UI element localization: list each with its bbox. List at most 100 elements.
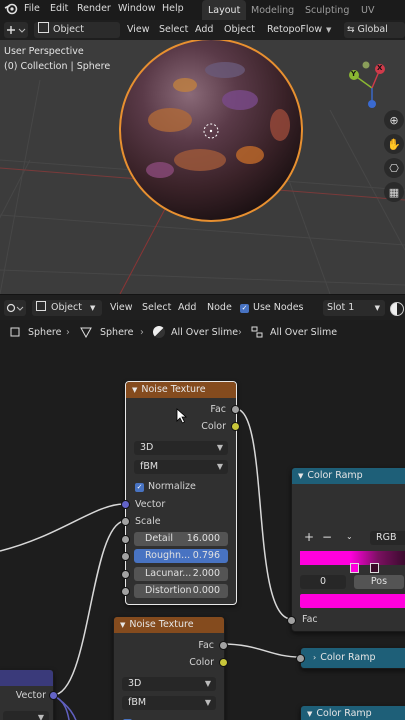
axis-gizmo[interactable] xyxy=(340,58,402,108)
node-menu-view[interactable]: View xyxy=(110,300,133,316)
slot-label: Slot 1 xyxy=(327,302,355,313)
transform-orientation-select[interactable]: ⇆ Global xyxy=(344,22,405,38)
node-header[interactable]: › Color Ramp xyxy=(301,648,405,668)
noise-type-select[interactable]: fBM ▼ xyxy=(134,460,228,474)
breadcrumb-object[interactable]: Sphere xyxy=(28,325,61,341)
collapse-chevron-icon[interactable]: ▼ xyxy=(132,386,137,394)
object-icon xyxy=(36,301,46,311)
stop-pos-field[interactable]: Pos xyxy=(354,575,404,589)
camera-icon[interactable]: ⎔ xyxy=(384,158,404,178)
output-color-socket[interactable] xyxy=(219,658,228,667)
retopoflow-menu[interactable]: RetopoFlow xyxy=(267,22,322,38)
color-stop-handle[interactable] xyxy=(350,563,359,573)
blender-logo-icon[interactable] xyxy=(4,2,18,16)
output-fac-socket[interactable] xyxy=(219,641,228,650)
use-nodes-label: Use Nodes xyxy=(253,302,304,313)
viewport-menu-object[interactable]: Object xyxy=(224,22,255,38)
chevron-down-icon: ▼ xyxy=(216,462,223,471)
input-node-partial[interactable]: Vector ▼ xyxy=(0,669,54,720)
tab-uv-editing[interactable]: UV Editing xyxy=(355,0,405,38)
dimensions-select[interactable]: 3D ▼ xyxy=(122,677,216,691)
zoom-icon[interactable]: ⊕ xyxy=(384,110,404,130)
color-ramp-node[interactable]: ▼ Color Ramp + − ⌄ RGB 0 Pos Fac xyxy=(291,467,405,632)
input-fac-socket[interactable] xyxy=(296,654,305,663)
collapse-chevron-icon[interactable]: ▼ xyxy=(307,710,312,718)
color-stop-handle[interactable] xyxy=(370,563,379,573)
color-mode-select[interactable]: RGB xyxy=(370,531,405,545)
node-menu-select[interactable]: Select xyxy=(142,300,171,316)
menu-render[interactable]: Render xyxy=(77,3,111,14)
use-nodes-checkbox[interactable]: ✓ xyxy=(240,304,249,313)
stop-index-field[interactable]: 0 xyxy=(300,575,346,589)
gizmo-y-label: Y xyxy=(351,70,357,78)
input-lacunarity-socket[interactable] xyxy=(121,570,130,579)
remove-stop-icon[interactable]: − xyxy=(322,530,332,544)
material-preview-icon[interactable] xyxy=(390,302,404,316)
input-fac-socket[interactable] xyxy=(287,616,296,625)
add-stop-icon[interactable]: + xyxy=(304,530,314,544)
output-vector-socket[interactable] xyxy=(49,691,58,700)
input-scale-label: Scale xyxy=(135,516,161,527)
tab-modeling[interactable]: Modeling xyxy=(245,0,300,20)
tab-layout[interactable]: Layout xyxy=(202,0,247,20)
breadcrumb-mesh[interactable]: Sphere xyxy=(100,325,133,341)
chevron-down-icon: ▼ xyxy=(374,304,380,312)
menu-help[interactable]: Help xyxy=(162,3,184,14)
node-menu-add[interactable]: Add xyxy=(178,300,196,316)
collection-label: (0) Collection | Sphere xyxy=(4,61,111,72)
tab-sculpting[interactable]: Sculpting xyxy=(299,0,355,20)
node-editor-canvas[interactable]: ▼ Noise Texture Fac Color 3D ▼ fBM ▼ ✓ Norm… xyxy=(0,346,405,720)
node-select[interactable]: ▼ xyxy=(3,711,49,720)
chevron-down-icon: ▼ xyxy=(37,713,44,720)
lacunarity-field[interactable]: Lacunar... 2.000 xyxy=(134,567,228,581)
top-menu-bar: File Edit Render Window Help Layout Mode… xyxy=(0,0,405,38)
node-header[interactable]: ▼ Noise Texture xyxy=(114,617,224,633)
distortion-field[interactable]: Distortion 0.000 xyxy=(134,584,228,598)
slot-select[interactable]: Slot 1 ▼ xyxy=(323,300,385,316)
breadcrumb-material[interactable]: All Over Slime xyxy=(171,325,238,341)
collapse-chevron-icon[interactable]: ▼ xyxy=(120,621,125,629)
viewport-menu-view[interactable]: View xyxy=(127,22,150,38)
lacunarity-label: Lacunar... xyxy=(145,568,192,579)
editor-type-button[interactable] xyxy=(4,300,26,316)
noise-texture-node[interactable]: ▼Noise Texture Fac Color 3D▼ fBM▼ ✓ xyxy=(113,616,225,720)
node-header[interactable] xyxy=(0,670,53,686)
output-fac-socket[interactable] xyxy=(231,405,240,414)
chevron-down-icon[interactable]: ⌄ xyxy=(346,532,353,541)
shader-type-select[interactable]: Object ▼ xyxy=(32,300,102,316)
menu-edit[interactable]: Edit xyxy=(50,3,68,14)
node-header[interactable]: ▼ Noise Texture xyxy=(126,382,236,398)
output-color-socket[interactable] xyxy=(231,422,240,431)
node-menu-node[interactable]: Node xyxy=(207,300,232,316)
expand-chevron-icon[interactable]: › xyxy=(313,653,316,662)
node-header[interactable]: ▼ Color Ramp xyxy=(301,706,405,720)
editor-type-button[interactable] xyxy=(4,22,28,38)
input-detail-socket[interactable] xyxy=(121,535,130,544)
collapse-chevron-icon[interactable]: ▼ xyxy=(298,472,303,480)
breadcrumb-node-tree[interactable]: All Over Slime xyxy=(270,325,337,341)
menu-file[interactable]: File xyxy=(24,3,40,14)
color-ramp-node-collapsed[interactable]: › Color Ramp xyxy=(300,647,405,669)
input-roughness-socket[interactable] xyxy=(121,552,130,561)
input-distortion-socket[interactable] xyxy=(121,587,130,596)
dimensions-select[interactable]: 3D ▼ xyxy=(134,441,228,455)
normalize-checkbox[interactable]: ✓ xyxy=(135,483,144,492)
mesh-icon xyxy=(80,326,92,339)
pan-hand-icon[interactable]: ✋ xyxy=(384,134,404,154)
viewport-menu-add[interactable]: Add xyxy=(195,22,213,38)
input-scale-socket[interactable] xyxy=(121,517,130,526)
roughness-field[interactable]: Roughn... 0.796 xyxy=(134,549,228,563)
object-mode-select[interactable]: Object Mode▼ xyxy=(34,22,120,51)
noise-type-select[interactable]: fBM ▼ xyxy=(122,696,216,710)
viewport-menu-select[interactable]: Select xyxy=(159,22,188,38)
3d-viewport[interactable]: User Perspective (0) Collection | Sphere… xyxy=(0,40,405,294)
input-vector-socket[interactable] xyxy=(121,500,130,509)
detail-field[interactable]: Detail 16.000 xyxy=(134,532,228,546)
node-header[interactable]: ▼ Color Ramp xyxy=(292,468,405,484)
normalize-label: Normalize xyxy=(148,481,196,492)
grid-view-icon[interactable]: ▦ xyxy=(384,182,404,202)
stop-pos-label: Pos xyxy=(370,576,388,587)
color-ramp-node[interactable]: ▼ Color Ramp xyxy=(300,705,405,720)
stop-color-swatch[interactable] xyxy=(300,594,405,608)
menu-window[interactable]: Window xyxy=(118,3,155,14)
